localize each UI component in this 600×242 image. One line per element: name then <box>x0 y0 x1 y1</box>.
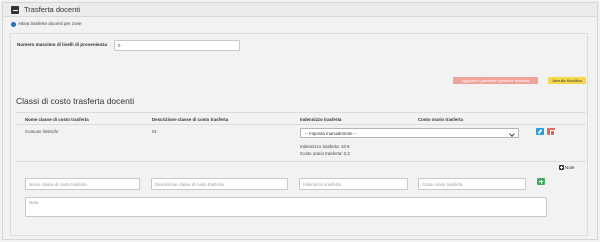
plus-square-icon <box>559 164 564 170</box>
row-indennizzo-text: Indennizzo trasferta: 10 € <box>300 144 350 149</box>
panel-title: Trasferta docenti <box>24 5 80 14</box>
row-costo-text: Costo orario trasferta: 0,2 <box>300 151 350 156</box>
minus-square-icon[interactable] <box>11 6 19 14</box>
new-indennizzo-input[interactable] <box>299 178 408 190</box>
column-header-description: Descrizione classe di costo trasferta <box>152 117 229 122</box>
note-toggle-label: Note <box>565 165 575 170</box>
indennizzo-select-value: -- Imposta manualmente -- <box>305 131 357 136</box>
table-bottom-divider <box>16 161 586 162</box>
header-divider <box>16 112 586 113</box>
indennizzo-select[interactable]: -- Imposta manualmente -- <box>300 128 519 138</box>
max-levels-label: Numero massimo di livelli di provenienza <box>17 42 108 47</box>
update-settings-button[interactable]: Aggiorna i parametri gestione trasferte <box>453 77 538 84</box>
new-costo-input[interactable] <box>418 178 526 190</box>
trash-icon[interactable] <box>547 128 555 136</box>
column-header-name: Nome classe di costo trasferta <box>25 117 89 122</box>
new-name-input[interactable] <box>25 178 140 190</box>
max-levels-input[interactable] <box>114 40 240 51</box>
new-description-input[interactable] <box>151 178 288 190</box>
pencil-icon[interactable] <box>536 128 544 135</box>
zone-radio-button[interactable] <box>11 22 16 27</box>
zone-radio-label: Attiva trasferte docenti per zone <box>18 21 82 26</box>
row-divider <box>16 124 586 125</box>
column-header-indennizzo: Indennizzo trasferta <box>300 117 342 122</box>
cancel-edit-button[interactable]: Annulla Modifica <box>548 77 586 84</box>
row-description: 01 <box>152 129 157 134</box>
row-name: Comune limitrofo <box>25 129 59 134</box>
panel-header[interactable]: Trasferta docenti <box>3 3 597 17</box>
plus-icon[interactable] <box>537 178 545 185</box>
section-title: Classi di costo trasferta docenti <box>16 96 135 106</box>
column-header-costo: Costo orario trasferta <box>418 117 463 122</box>
note-textarea[interactable] <box>25 197 547 217</box>
note-toggle[interactable]: Note <box>559 164 575 170</box>
